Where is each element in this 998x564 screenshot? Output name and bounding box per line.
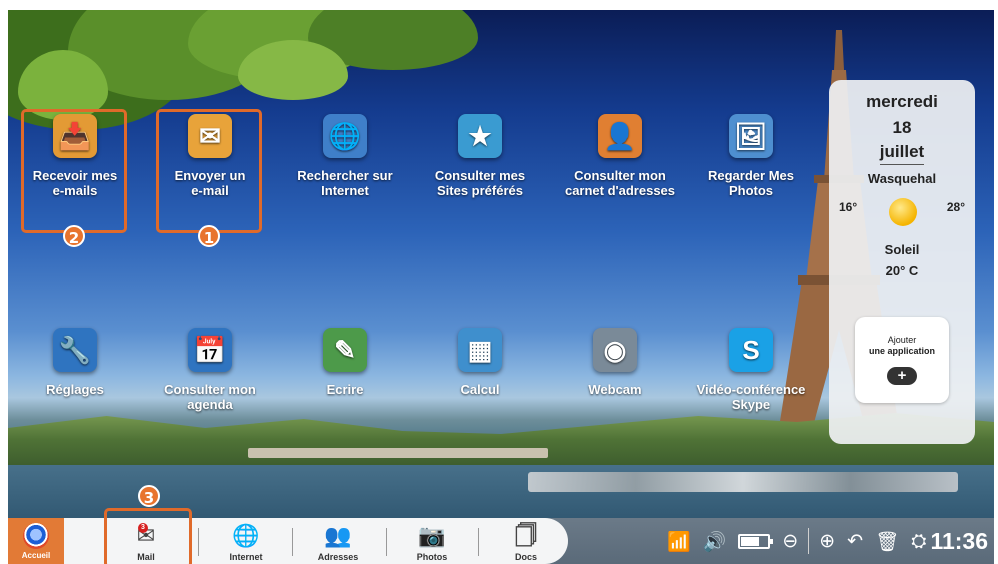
app-label-line1: Webcam — [588, 382, 642, 397]
app-label-line1: Rechercher sur — [297, 168, 393, 183]
app-skype[interactable]: S Vidéo-conférence Skype — [688, 328, 814, 412]
tab-photos[interactable]: 📷 Photos — [390, 518, 474, 564]
add-app-label-line1: Ajouter — [887, 335, 917, 345]
app-search-internet[interactable]: 🌐 Rechercher sur Internet — [285, 114, 405, 198]
app-label-line2: carnet d'adresses — [564, 183, 676, 198]
camera-icon: 📷 — [418, 524, 446, 549]
add-app-label-line2: une application — [868, 346, 935, 356]
photos-icon: 🖼 — [729, 114, 773, 158]
skype-icon: S — [729, 328, 773, 372]
trash-icon[interactable]: 🗑 — [875, 530, 899, 553]
weather-max-temp: 28° — [946, 200, 965, 214]
app-label-line1: Vidéo-conférence — [696, 382, 806, 397]
sun-icon — [889, 198, 917, 226]
tab-adresses[interactable]: 👥 Adresses — [296, 518, 380, 564]
system-tray: 📶 🔊 ⊖ ⊕ ↶ 🗑 ⛭ 11:36 — [661, 518, 988, 564]
tab-internet-label: Internet — [229, 552, 263, 562]
boats-decoration — [528, 472, 958, 492]
tab-photos-label: Photos — [416, 552, 448, 562]
app-favorite-sites[interactable]: ★ Consulter mes Sites préférés — [420, 114, 540, 198]
volume-icon[interactable]: 🔊 — [703, 530, 727, 553]
app-agenda[interactable]: 📅 Consulter mon agenda — [150, 328, 270, 412]
weather-day: mercredi — [866, 92, 938, 111]
callout-number-3: 3 — [138, 485, 160, 507]
home-logo-icon — [23, 523, 49, 549]
app-calc[interactable]: ▦ Calcul — [420, 328, 540, 397]
tray-separator — [808, 528, 810, 554]
weather-month: juillet — [879, 142, 925, 165]
add-application-button[interactable]: Ajouter une application + — [855, 317, 949, 403]
tab-separator — [292, 528, 293, 556]
globe-icon: 🌐 — [232, 524, 260, 549]
zoom-in-icon[interactable]: ⊕ — [819, 530, 835, 552]
highlight-box-send — [156, 109, 262, 233]
app-label-line1: Regarder Mes — [708, 168, 794, 183]
weather-city: Wasquehal — [867, 171, 937, 186]
taskbar-tabs: Accueil ✉ 3 Mail 🌐 Internet 👥 Adresses 📷… — [8, 518, 568, 564]
wifi-icon[interactable]: 📶 — [667, 530, 691, 553]
weather-date: 18 — [892, 118, 912, 137]
app-photos[interactable]: 🖼 Regarder Mes Photos — [691, 114, 811, 198]
app-label-line1: Consulter mon — [574, 168, 666, 183]
back-arrow-icon[interactable]: ↶ — [847, 530, 863, 552]
tab-docs-label: Docs — [514, 552, 537, 562]
weather-current-temp: 20° C — [885, 263, 919, 278]
help-lifebuoy-icon[interactable]: ⛭ — [911, 530, 926, 552]
desktop-screen: 📥 Recevoir mes e-mails ✉ Envoyer un e-ma… — [8, 10, 994, 564]
webcam-icon: ◉ — [593, 328, 637, 372]
highlight-box-receive — [21, 109, 127, 233]
app-label-line1: Consulter mes — [434, 168, 526, 183]
web-search-icon: 🌐 — [323, 114, 367, 158]
weather-condition: Soleil — [884, 242, 920, 257]
app-label-line1: Calcul — [460, 382, 500, 397]
weather-widget[interactable]: mercredi 18 juillet Wasquehal 16° 28° So… — [829, 80, 975, 444]
callout-number-2: 2 — [63, 225, 85, 247]
app-label-line2: Photos — [728, 183, 774, 198]
app-label-line2: agenda — [187, 397, 233, 412]
spreadsheet-icon: ▦ — [458, 328, 502, 372]
app-write[interactable]: ✎ Ecrire — [285, 328, 405, 397]
contacts-icon: 👥 — [324, 524, 352, 549]
tab-separator — [478, 528, 479, 556]
app-settings[interactable]: 🔧 Réglages — [15, 328, 135, 397]
app-label-line2: Skype — [731, 397, 771, 412]
bridge-decoration — [248, 448, 548, 458]
tab-separator — [386, 528, 387, 556]
zoom-out-icon[interactable]: ⊖ — [782, 530, 798, 552]
tab-internet[interactable]: 🌐 Internet — [204, 518, 288, 564]
plus-icon: + — [887, 367, 917, 385]
app-label-line2: Sites préférés — [437, 183, 523, 198]
app-webcam[interactable]: ◉ Webcam — [555, 328, 675, 397]
app-address-book[interactable]: 👤 Consulter mon carnet d'adresses — [555, 114, 685, 198]
app-label-line1: Ecrire — [326, 382, 364, 397]
tab-home-label: Accueil — [21, 551, 51, 560]
favorite-sites-icon: ★ — [458, 114, 502, 158]
clock: 11:36 — [930, 527, 988, 554]
battery-icon[interactable] — [738, 533, 774, 549]
app-label-line1: Réglages — [46, 382, 104, 397]
write-document-icon: ✎ — [323, 328, 367, 372]
tab-docs[interactable]: 🗍 Docs — [484, 518, 568, 564]
documents-icon: 🗍 — [515, 524, 537, 549]
weather-temps: 16° 28° — [829, 192, 975, 236]
app-label-line2: Internet — [321, 183, 369, 198]
tab-separator — [198, 528, 199, 556]
callout-number-1: 1 — [198, 225, 220, 247]
weather-min-temp: 16° — [839, 200, 858, 214]
settings-tools-icon: 🔧 — [53, 328, 97, 372]
tab-home[interactable]: Accueil — [8, 518, 64, 564]
address-book-icon: 👤 — [598, 114, 642, 158]
calendar-icon: 📅 — [188, 328, 232, 372]
tab-adresses-label: Adresses — [317, 552, 359, 562]
highlight-box-mail-tab — [104, 508, 192, 564]
app-label-line1: Consulter mon — [164, 382, 256, 397]
